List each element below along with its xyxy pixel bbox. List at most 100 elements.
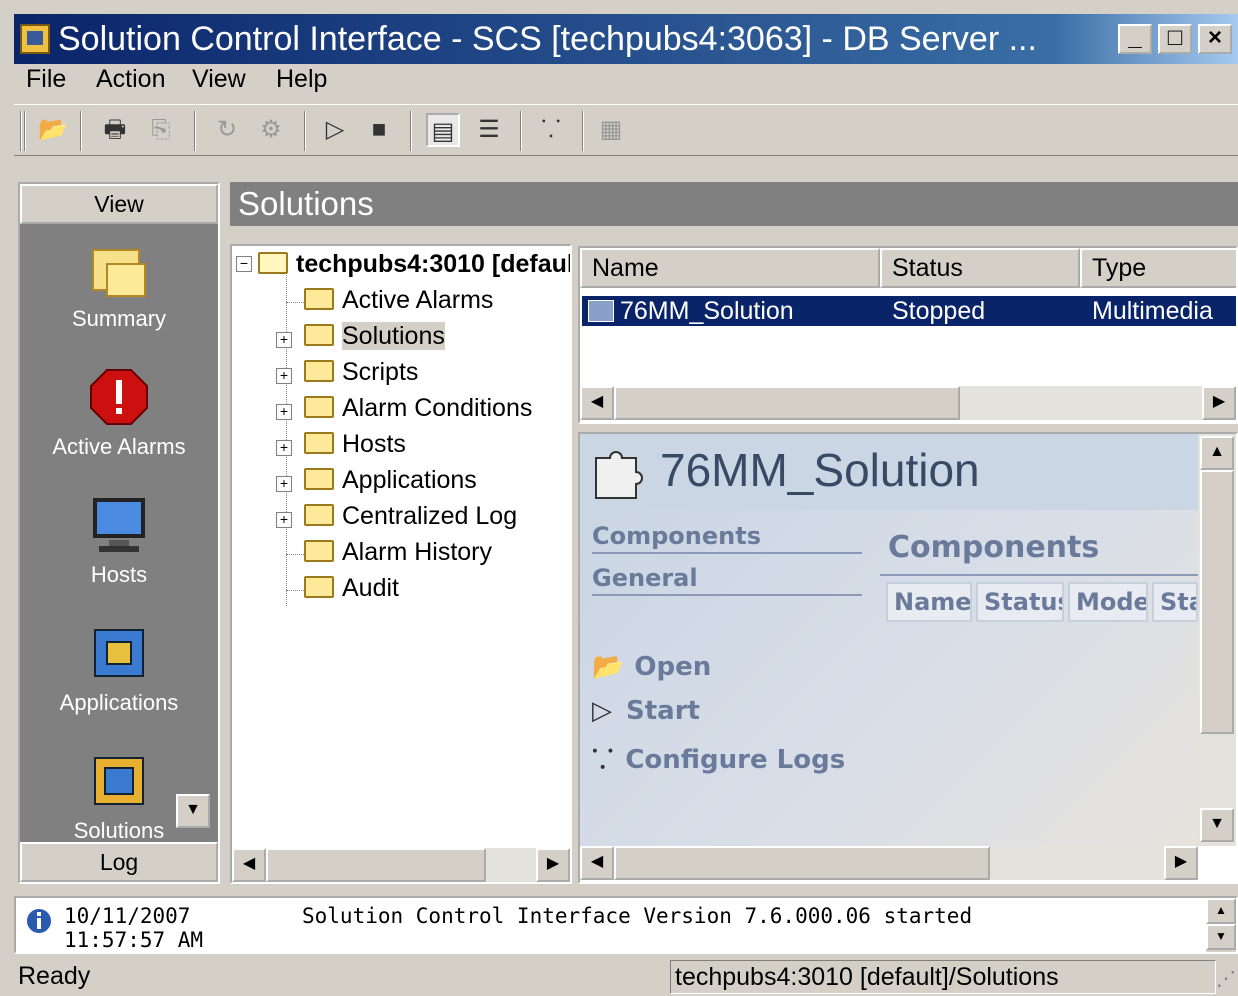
nav-item-hosts[interactable]: Hosts — [20, 496, 218, 588]
menu-bar: File Action View Help — [14, 64, 1238, 98]
menu-file[interactable]: File — [26, 64, 66, 94]
components-column-status[interactable]: Status — [976, 582, 1064, 622]
menu-view[interactable]: View — [192, 64, 246, 94]
list-horizontal-scrollbar[interactable]: ◀ ▶ — [580, 386, 1236, 420]
package-icon[interactable]: ▦ — [594, 113, 628, 147]
nav-item-applications[interactable]: Applications — [20, 624, 218, 716]
list-row-selected[interactable]: 76MM_Solution Stopped Multimedia — [582, 296, 1236, 326]
tree-expand-applications[interactable]: + — [276, 476, 292, 492]
action-configure-logs[interactable]: ⸪ Configure Logs — [592, 740, 845, 776]
scroll-right-arrow-icon[interactable]: ▶ — [1164, 846, 1198, 880]
scroll-up-arrow-icon[interactable]: ▲ — [1200, 436, 1234, 470]
detail-title: 76MM_Solution — [660, 444, 980, 496]
open-icon[interactable]: 📂 — [36, 113, 70, 147]
status-location: techpubs4:3010 [default]/Solutions — [670, 960, 1216, 994]
folder-icon — [304, 324, 334, 347]
detail-horizontal-scrollbar[interactable]: ◀ ▶ — [580, 846, 1198, 880]
scroll-left-arrow-icon[interactable]: ◀ — [580, 846, 614, 880]
solutions-list[interactable]: Name Status Type 76MM_Solution Stopped M… — [578, 246, 1238, 424]
tree-root-collapse[interactable]: − — [236, 256, 252, 272]
action-start[interactable]: ▷ Start — [592, 696, 700, 726]
log-date: 10/11/2007 — [64, 904, 191, 928]
scrollbar-thumb[interactable] — [1200, 470, 1234, 734]
scrollbar-thumb[interactable] — [614, 846, 990, 880]
tree-expand-solutions[interactable]: + — [276, 332, 292, 348]
components-column-name[interactable]: Name — [886, 582, 972, 622]
scroll-up-arrow-icon[interactable]: ▲ — [1206, 898, 1236, 924]
action-label: Open — [634, 652, 712, 682]
tree-item-audit[interactable]: Audit — [304, 572, 399, 604]
section-title: Solutions — [230, 182, 1238, 226]
title-bar[interactable]: Solution Control Interface - SCS [techpu… — [14, 14, 1238, 64]
start-icon: ▷ — [592, 696, 612, 726]
refresh-icon[interactable]: ↻ — [210, 113, 244, 147]
solution-puzzle-icon — [588, 300, 614, 322]
view-detail-icon[interactable]: ▤ — [426, 113, 460, 147]
components-column-mode[interactable]: Mode — [1068, 582, 1148, 622]
view-header-button[interactable]: View — [20, 184, 218, 224]
scroll-right-arrow-icon[interactable]: ▶ — [536, 848, 570, 882]
action-label: Configure Logs — [625, 745, 846, 775]
tree-item-active-alarms[interactable]: Active Alarms — [304, 284, 493, 316]
action-open[interactable]: 📂 Open — [592, 652, 711, 682]
configure-logs-icon[interactable]: ⸪ — [534, 113, 568, 147]
tree-item-hosts[interactable]: Hosts — [304, 428, 406, 460]
detail-pane: 76MM_Solution Components General Compone… — [578, 432, 1238, 884]
link-components[interactable]: Components — [592, 522, 761, 550]
folder-icon — [304, 396, 334, 419]
tree-horizontal-scrollbar[interactable]: ◀ ▶ — [232, 848, 570, 882]
configure-logs-icon: ⸪ — [592, 745, 614, 775]
tree-expand-centralized-log[interactable]: + — [276, 512, 292, 528]
minimize-button[interactable]: _ — [1118, 24, 1152, 54]
tree-item-scripts[interactable]: Scripts — [304, 356, 418, 388]
nav-scroll-down-button[interactable]: ▼ — [176, 794, 210, 828]
tree-view[interactable]: − techpubs4:3010 [default] Active Alarms… — [230, 244, 572, 884]
components-column-start[interactable]: Sta — [1152, 582, 1198, 622]
stop-icon[interactable]: ■ — [362, 113, 396, 147]
scroll-left-arrow-icon[interactable]: ◀ — [232, 848, 266, 882]
column-header-type[interactable]: Type — [1080, 248, 1236, 288]
view-list-icon[interactable]: ☰ — [472, 113, 506, 147]
tree-item-centralized-log[interactable]: Centralized Log — [304, 500, 517, 532]
folder-icon — [304, 432, 334, 455]
copy-icon[interactable]: ⎘ — [144, 113, 178, 147]
tree-expand-scripts[interactable]: + — [276, 368, 292, 384]
settings-icon[interactable]: ⚙ — [254, 113, 288, 147]
folder-icon — [304, 360, 334, 383]
resize-grip-icon[interactable]: ⋰ — [1216, 966, 1236, 992]
menu-help[interactable]: Help — [276, 64, 327, 94]
log-spin-scroller[interactable]: ▲ ▼ — [1206, 898, 1236, 952]
nav-label-hosts: Hosts — [90, 562, 148, 587]
tree-expand-hosts[interactable]: + — [276, 440, 292, 456]
tree-item-applications[interactable]: Applications — [304, 464, 477, 496]
scroll-down-arrow-icon[interactable]: ▼ — [1200, 808, 1234, 842]
link-general[interactable]: General — [592, 564, 698, 592]
tree-item-solutions[interactable]: Solutions — [304, 320, 445, 352]
nav-label-summary: Summary — [71, 306, 167, 331]
log-header-button[interactable]: Log — [20, 842, 218, 882]
folder-icon — [304, 540, 334, 563]
scroll-left-arrow-icon[interactable]: ◀ — [580, 386, 614, 420]
scroll-right-arrow-icon[interactable]: ▶ — [1202, 386, 1236, 420]
nav-item-active-alarms[interactable]: Active Alarms — [20, 368, 218, 460]
print-icon[interactable]: 🖶 — [98, 113, 132, 147]
tree-item-alarm-history[interactable]: Alarm History — [304, 536, 492, 568]
application-window: Solution Control Interface - SCS [techpu… — [0, 0, 1238, 996]
tree-item-label: Hosts — [342, 430, 406, 458]
nav-item-summary[interactable]: Summary — [20, 242, 218, 332]
scrollbar-thumb[interactable] — [266, 848, 486, 882]
folder-icon — [304, 288, 334, 311]
maximize-button[interactable]: □ — [1158, 24, 1192, 54]
column-header-status[interactable]: Status — [880, 248, 1080, 288]
tree-item-alarm-conditions[interactable]: Alarm Conditions — [304, 392, 532, 424]
menu-action[interactable]: Action — [96, 64, 165, 94]
detail-content: 76MM_Solution Components General Compone… — [580, 434, 1198, 846]
detail-vertical-scrollbar[interactable]: ▲ ▼ — [1198, 434, 1236, 846]
tree-root[interactable]: techpubs4:3010 [default] — [258, 248, 570, 280]
scroll-down-arrow-icon[interactable]: ▼ — [1206, 924, 1236, 950]
close-button[interactable]: × — [1198, 24, 1232, 54]
column-header-name[interactable]: Name — [580, 248, 880, 288]
scrollbar-thumb[interactable] — [614, 386, 960, 420]
start-icon[interactable]: ▷ — [318, 113, 352, 147]
tree-expand-alarm-conditions[interactable]: + — [276, 404, 292, 420]
